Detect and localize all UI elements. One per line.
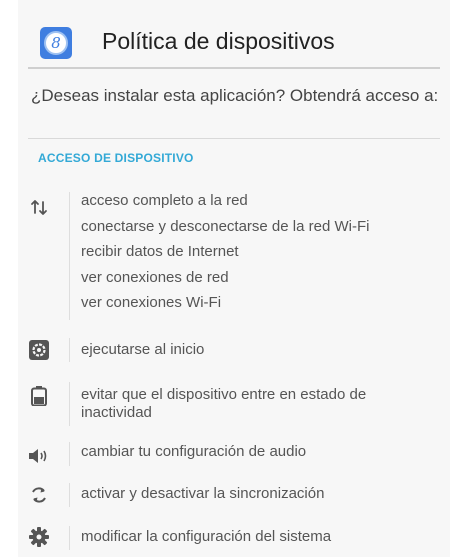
permission-item: ver conexiones de red [81, 268, 229, 286]
permission-group-sync: activar y desactivar la sincronización [18, 483, 450, 507]
permissions-dialog: 8 Política de dispositivos ¿Deseas insta… [18, 0, 450, 557]
permission-item: modificar la configuración del sistema [81, 528, 332, 545]
prompt-divider [28, 138, 440, 139]
startup-gear-icon [28, 339, 50, 361]
permission-group-system: modificar la configuración del sistema [18, 526, 450, 550]
sync-icon [28, 484, 50, 506]
network-arrows-icon [28, 196, 50, 218]
header-divider [28, 67, 440, 69]
permission-group-startup: ejecutarse al inicio [18, 338, 450, 362]
permission-item: recibir datos de Internet [81, 243, 239, 261]
battery-icon [28, 385, 50, 407]
permission-item: evitar que el dispositivo entre en estad… [81, 386, 367, 421]
dialog-header: 8 Política de dispositivos [18, 0, 450, 70]
permission-group-network: acceso completo a la red conectarse y de… [18, 192, 450, 320]
group-divider [69, 483, 70, 507]
permission-item: acceso completo a la red [81, 192, 248, 209]
section-title: ACCESO DE DISPOSITIVO [38, 151, 194, 165]
permission-item: cambiar tu configuración de audio [81, 443, 307, 460]
speaker-icon [28, 445, 50, 467]
permission-group-battery: evitar que el dispositivo entre en estad… [18, 382, 450, 426]
page-title: Política de dispositivos [102, 28, 335, 54]
permission-group-audio: cambiar tu configuración de audio [18, 442, 450, 466]
group-divider [69, 192, 70, 320]
group-divider [69, 442, 70, 466]
permission-item: activar y desactivar la sincronización [81, 485, 325, 502]
group-divider [69, 382, 70, 426]
install-prompt: ¿Deseas instalar esta aplicación? Obtend… [31, 86, 439, 105]
group-divider [69, 526, 70, 550]
permission-item: conectarse y desconectarse de la red Wi-… [81, 217, 370, 235]
settings-gear-icon [28, 526, 50, 548]
google-device-policy-icon: 8 [40, 27, 72, 59]
permission-item: ejecutarse al inicio [81, 341, 205, 358]
group-divider [69, 338, 70, 362]
permission-item: ver conexiones Wi-Fi [81, 294, 222, 312]
